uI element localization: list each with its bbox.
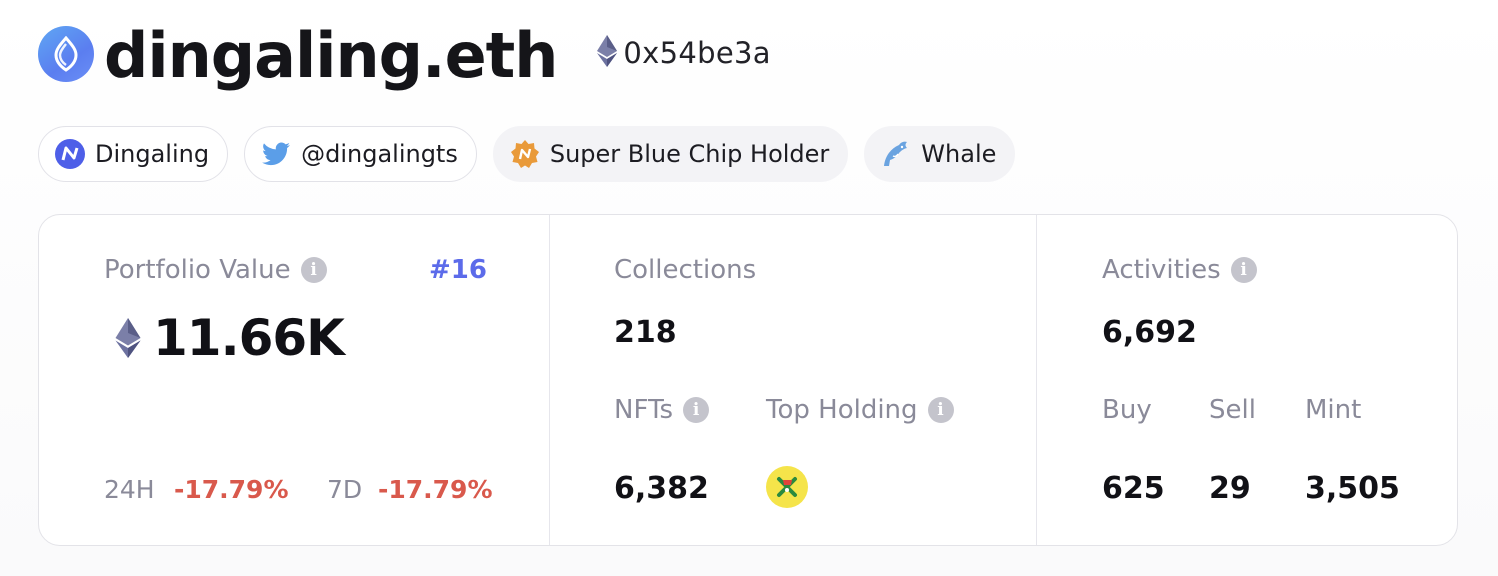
change-7d-value: -17.79%: [378, 475, 493, 504]
collections-count: 218: [614, 315, 677, 350]
info-icon[interactable]: i: [300, 257, 327, 283]
ethereum-icon: [115, 318, 141, 358]
tag-super-blue-chip[interactable]: Super Blue Chip Holder: [492, 126, 849, 182]
sell-count: 29: [1209, 471, 1251, 506]
ens-name: dingaling.eth: [104, 19, 558, 92]
activities-label: Activities i: [1102, 255, 1257, 285]
portfolio-value: 11.66K: [115, 309, 345, 367]
profile-header: dingaling.eth 0x54be3a: [38, 20, 771, 92]
nfts-label-text: NFTs: [614, 395, 674, 425]
activities-label-text: Activities: [1102, 255, 1221, 285]
badge-icon: [510, 139, 540, 169]
portfolio-value-label-text: Portfolio Value: [104, 255, 291, 285]
tag-twitter[interactable]: @dingalingts: [244, 126, 477, 182]
nft-logo-icon: [55, 139, 85, 169]
portfolio-value-label: Portfolio Value i: [104, 255, 327, 285]
profile-tags: Dingaling @dingalingts Super Blue Chip H…: [38, 126, 1016, 182]
portfolio-rank[interactable]: #16: [429, 255, 487, 285]
activities-panel: Activities i 6,692 Buy Sell Mint 625 29 …: [1036, 215, 1457, 545]
collections-panel: Collections 218 NFTs i Top Holding i 6,3…: [549, 215, 1036, 545]
wallet-address-text: 0x54be3a: [623, 36, 771, 70]
top-holding-label-text: Top Holding: [766, 395, 918, 425]
buy-count: 625: [1102, 471, 1165, 506]
tag-label: @dingalingts: [301, 140, 458, 168]
activities-count: 6,692: [1102, 315, 1197, 350]
top-holding-label: Top Holding i: [766, 395, 954, 425]
twitter-icon: [261, 139, 291, 169]
info-icon[interactable]: i: [683, 397, 710, 423]
collections-label: Collections: [614, 255, 757, 285]
buy-label: Buy: [1102, 395, 1152, 425]
mint-label: Mint: [1305, 395, 1362, 425]
info-icon[interactable]: i: [1230, 257, 1257, 283]
portfolio-value-text: 11.66K: [153, 309, 345, 367]
whale-icon: [881, 139, 911, 169]
info-icon[interactable]: i: [927, 397, 954, 423]
tag-dingaling[interactable]: Dingaling: [38, 126, 229, 182]
tag-label: Dingaling: [95, 140, 210, 168]
change-24h-label: 24H: [104, 475, 155, 504]
stats-card: Portfolio Value i #16 11.66K 24H -17.79%…: [38, 214, 1458, 546]
nfts-count: 6,382: [614, 471, 709, 506]
tag-label: Super Blue Chip Holder: [549, 140, 830, 168]
nfts-label: NFTs i: [614, 395, 710, 425]
ethereum-icon: [597, 35, 618, 71]
tag-label: Whale: [921, 140, 997, 168]
top-holding-avatar[interactable]: [766, 466, 808, 508]
wallet-address[interactable]: 0x54be3a: [597, 35, 770, 71]
sell-label: Sell: [1209, 395, 1256, 425]
portfolio-panel: Portfolio Value i #16 11.66K 24H -17.79%…: [39, 215, 549, 545]
change-24h-value: -17.79%: [174, 475, 289, 504]
mint-count: 3,505: [1305, 471, 1400, 506]
change-7d-label: 7D: [327, 475, 363, 504]
tag-whale[interactable]: Whale: [864, 126, 1016, 182]
ens-logo-icon: [38, 26, 94, 82]
